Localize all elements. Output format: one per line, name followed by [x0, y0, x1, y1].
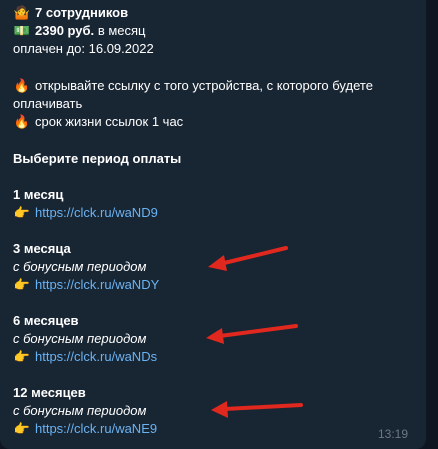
pointing-hand-icon: 👉 — [13, 421, 31, 436]
plan-link-row: 👉 https://clck.ru/waND9 — [13, 205, 158, 221]
plan-title: 3 месяца — [13, 241, 71, 256]
plan-title: 1 месяц — [13, 187, 64, 202]
note-device-cont: оплачивать — [13, 96, 83, 111]
message-bubble: 🤷 7 сотрудников 💵 2390 руб. в месяц оплаче… — [0, 0, 426, 449]
pointing-hand-icon: 👉 — [13, 205, 31, 220]
red-arrow-icon — [211, 401, 303, 418]
plan-bonus: с бонусным периодом — [13, 259, 147, 274]
red-arrow-icon — [208, 246, 288, 271]
fire-icon: 🔥 — [13, 114, 31, 129]
plan-bonus: с бонусным периодом — [13, 331, 147, 346]
note-text: открывайте ссылку с того устройства, с к… — [35, 78, 373, 93]
plan-link-row: 👉 https://clck.ru/waNE9 — [13, 421, 157, 437]
person-shrug-icon: 🤷 — [13, 5, 31, 20]
pointing-hand-icon: 👉 — [13, 277, 31, 292]
note-device: 🔥 открывайте ссылку с того устройства, с … — [13, 78, 373, 94]
plan-link-row: 👉 https://clck.ru/waNDY — [13, 277, 159, 293]
plan-link[interactable]: https://clck.ru/waNDY — [35, 277, 159, 292]
price-amount: 2390 руб. — [35, 23, 95, 38]
fire-icon: 🔥 — [13, 78, 31, 93]
plan-title: 12 месяцев — [13, 385, 86, 400]
price-line: 💵 2390 руб. в месяц — [13, 23, 146, 39]
plan-bonus: с бонусным периодом — [13, 403, 147, 418]
plan-link-row: 👉 https://clck.ru/waNDs — [13, 349, 157, 365]
money-icon: 💵 — [13, 23, 31, 38]
plan-link[interactable]: https://clck.ru/waNE9 — [35, 421, 157, 436]
price-period: в месяц — [97, 23, 146, 38]
employees-line: 🤷 7 сотрудников — [13, 5, 128, 21]
note-text: срок жизни ссылок 1 час — [35, 114, 184, 129]
prompt-heading: Выберите период оплаты — [13, 151, 182, 166]
plan-title: 6 месяцев — [13, 313, 79, 328]
note-lifetime: 🔥 срок жизни ссылок 1 час — [13, 114, 183, 130]
red-arrow-icon — [206, 324, 298, 344]
paid-until: оплачен до: 16.09.2022 — [13, 41, 154, 56]
plan-link[interactable]: https://clck.ru/waND9 — [35, 205, 158, 220]
employees-count: 7 сотрудников — [35, 5, 129, 20]
message-time: 13:19 — [377, 427, 408, 441]
plan-link[interactable]: https://clck.ru/waNDs — [35, 349, 157, 364]
pointing-hand-icon: 👉 — [13, 349, 31, 364]
